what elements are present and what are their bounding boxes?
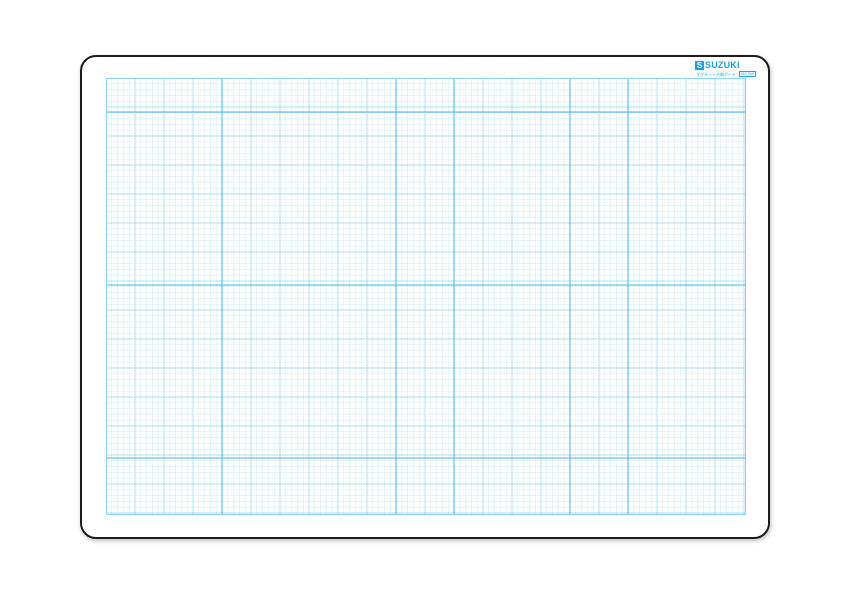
brand-subtitle: マグネット方眼ボード [696,71,736,77]
grid-lines [106,78,746,515]
brand-sub: マグネット方眼ボード MG-000 [696,71,756,77]
brand-logo: S SUZUKI マグネット方眼ボード MG-000 [695,60,756,80]
graph-paper-grid [106,78,746,515]
brand-name: SUZUKI [705,60,740,70]
product-code: MG-000 [739,71,756,77]
stage: S SUZUKI マグネット方眼ボード MG-000 [0,0,842,595]
suzuki-logo-icon: S [695,60,704,70]
brand-logo-main: S SUZUKI [695,60,740,70]
